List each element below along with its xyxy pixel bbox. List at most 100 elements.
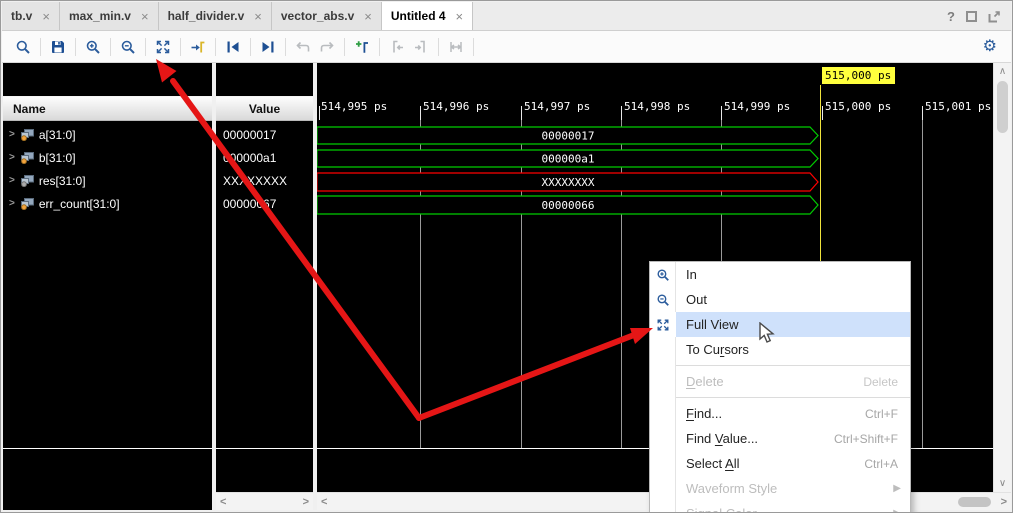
- signal-value: 00000067: [216, 192, 313, 215]
- menu-item-zoom-in[interactable]: In: [650, 262, 910, 287]
- wave-toolbar: ⚙: [2, 31, 1011, 63]
- toolbar-separator: [75, 38, 76, 56]
- tab-label: max_min.v: [69, 9, 131, 23]
- menu-item-full-view[interactable]: Full View: [650, 312, 910, 337]
- add-marker-button[interactable]: [350, 35, 374, 59]
- toolbar-separator: [344, 38, 345, 56]
- scroll-down-icon[interactable]: ∨: [994, 478, 1011, 489]
- submenu-arrow-icon: ▶: [893, 483, 910, 494]
- signal-name: b[31:0]: [39, 151, 76, 165]
- tab-label: Untitled 4: [391, 9, 446, 23]
- axis-tick-label: 515,001 ps: [925, 100, 991, 113]
- swap-cursors-button[interactable]: [444, 35, 468, 59]
- axis-tick-label: 514,999 ps: [724, 100, 790, 113]
- menu-shortcut: Ctrl+F: [865, 407, 910, 421]
- bus-value-b: 000000a1: [542, 153, 595, 166]
- signal-row-b[interactable]: > b[31:0]: [3, 146, 212, 169]
- next-marker-icon: [413, 39, 429, 55]
- previous-marker-button[interactable]: [385, 35, 409, 59]
- bus-value-a: 00000017: [542, 130, 595, 143]
- menu-item-waveform-style: Waveform Style ▶: [650, 476, 910, 501]
- menu-item-find[interactable]: Find... Ctrl+F: [650, 401, 910, 426]
- tab-label: half_divider.v: [168, 9, 245, 23]
- bus-icon: [20, 129, 34, 141]
- zoom-to-cursor-button[interactable]: [186, 35, 210, 59]
- tab-tb-v[interactable]: tb.v ×: [2, 2, 60, 30]
- zoom-in-icon: [656, 268, 670, 282]
- scroll-left-icon[interactable]: <: [321, 496, 327, 508]
- close-icon[interactable]: ×: [42, 9, 50, 24]
- toolbar-separator: [145, 38, 146, 56]
- vivado-waveform-window: tb.v × max_min.v × half_divider.v × vect…: [0, 0, 1013, 513]
- scroll-right-icon[interactable]: >: [303, 496, 309, 508]
- signal-row-a[interactable]: > a[31:0]: [3, 123, 212, 146]
- signal-row-err-count[interactable]: > err_count[31:0]: [3, 192, 212, 215]
- next-transition-button[interactable]: [256, 35, 280, 59]
- wave-hscrollbar-thumb[interactable]: [958, 497, 991, 507]
- signal-name: a[31:0]: [39, 128, 76, 142]
- zoom-to-cursor-icon: [190, 39, 206, 55]
- expand-chevron-icon[interactable]: >: [9, 152, 15, 163]
- axis-tick-label: 514,996 ps: [423, 100, 489, 113]
- bus-wave-res: [317, 173, 818, 191]
- float-window-icon[interactable]: [988, 10, 1001, 23]
- search-icon: [15, 39, 31, 55]
- previous-transition-button[interactable]: [221, 35, 245, 59]
- zoom-full-view-button[interactable]: [151, 35, 175, 59]
- panel-divider-line: [3, 448, 212, 449]
- signal-row-res[interactable]: > res[31:0]: [3, 169, 212, 192]
- submenu-arrow-icon: ▶: [893, 508, 910, 513]
- help-icon[interactable]: ?: [947, 9, 955, 24]
- next-marker-button[interactable]: [409, 35, 433, 59]
- close-icon[interactable]: ×: [456, 9, 464, 24]
- add-marker-icon: [354, 39, 370, 55]
- menu-item-to-cursors[interactable]: To Cursors: [650, 337, 910, 362]
- bus-wave-err-count: [317, 196, 818, 214]
- close-icon[interactable]: ×: [364, 9, 372, 24]
- axis-tick-label: 514,997 ps: [524, 100, 590, 113]
- settings-gear-icon[interactable]: ⚙: [983, 39, 997, 55]
- tab-max-min-v[interactable]: max_min.v ×: [60, 2, 159, 30]
- scroll-up-icon[interactable]: ∧: [994, 66, 1011, 77]
- find-button[interactable]: [11, 35, 35, 59]
- signal-value: XXXXXXXX: [216, 169, 313, 192]
- menu-item-delete: Delete Delete: [650, 369, 910, 394]
- next-view-button[interactable]: [315, 35, 339, 59]
- close-icon[interactable]: ×: [141, 9, 149, 24]
- bus-waveforms: [317, 127, 818, 214]
- value-column-header: Value: [216, 96, 313, 121]
- next-transition-icon: [260, 39, 276, 55]
- cursor-time-badge: 515,000 ps: [822, 67, 895, 84]
- previous-view-icon: [295, 39, 311, 55]
- vertical-scrollbar-thumb[interactable]: [997, 81, 1008, 133]
- close-icon[interactable]: ×: [254, 9, 262, 24]
- menu-item-signal-color: Signal Color ▶: [650, 501, 910, 513]
- toolbar-separator: [438, 38, 439, 56]
- menu-item-find-value[interactable]: Find Value... Ctrl+Shift+F: [650, 426, 910, 451]
- previous-view-button[interactable]: [291, 35, 315, 59]
- value-panel-hscrollbar[interactable]: < >: [216, 492, 313, 510]
- signal-value: 000000a1: [216, 146, 313, 169]
- menu-item-zoom-out[interactable]: Out: [650, 287, 910, 312]
- save-icon: [50, 39, 66, 55]
- next-view-icon: [319, 39, 335, 55]
- scroll-left-icon[interactable]: <: [220, 496, 226, 508]
- zoom-in-button[interactable]: [81, 35, 105, 59]
- axis-tick-label: 514,998 ps: [624, 100, 690, 113]
- expand-chevron-icon[interactable]: >: [9, 175, 15, 186]
- waveform-context-menu: In Out Full View To Cursors Delete Delet…: [649, 261, 911, 513]
- scroll-right-icon[interactable]: >: [1001, 496, 1007, 508]
- tab-half-divider-v[interactable]: half_divider.v ×: [159, 2, 272, 30]
- tab-vector-abs-v[interactable]: vector_abs.v ×: [272, 2, 382, 30]
- panel-divider-line: [216, 448, 313, 449]
- menu-item-select-all[interactable]: Select All Ctrl+A: [650, 451, 910, 476]
- zoom-out-button[interactable]: [116, 35, 140, 59]
- vertical-scrollbar[interactable]: ∧ ∨: [993, 63, 1011, 492]
- expand-chevron-icon[interactable]: >: [9, 129, 15, 140]
- menu-separator: [676, 397, 910, 398]
- tab-label: tb.v: [11, 9, 32, 23]
- tab-untitled-4[interactable]: Untitled 4 ×: [382, 2, 473, 30]
- expand-chevron-icon[interactable]: >: [9, 198, 15, 209]
- save-button[interactable]: [46, 35, 70, 59]
- maximize-icon[interactable]: [966, 11, 977, 22]
